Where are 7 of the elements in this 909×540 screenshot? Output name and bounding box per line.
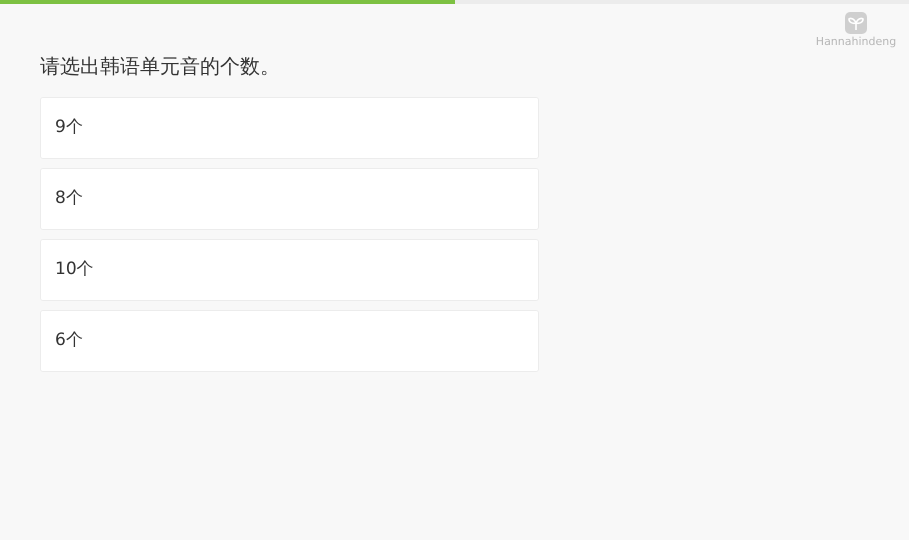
question-text: 请选出韩语单元音的个数。	[40, 52, 281, 80]
brand-name: Hannahindeng	[816, 34, 896, 50]
answer-option[interactable]: 8个	[40, 168, 539, 230]
answer-option[interactable]: 9个	[40, 96, 539, 158]
sprout-icon	[845, 12, 867, 34]
answer-option[interactable]: 6个	[40, 310, 539, 372]
answer-option[interactable]: 10个	[40, 238, 539, 300]
